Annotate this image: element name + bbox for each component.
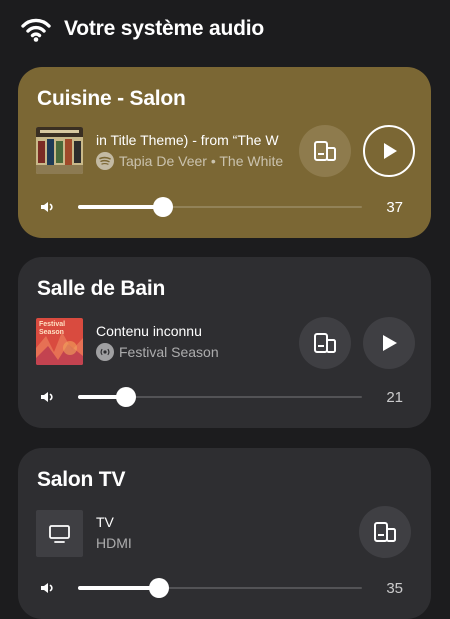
volume-knob[interactable]	[116, 387, 136, 407]
volume-fill	[78, 205, 163, 209]
volume-knob[interactable]	[153, 197, 173, 217]
play-button[interactable]	[363, 317, 415, 369]
track-title: in Title Theme) - from “The W	[96, 132, 279, 148]
volume-slider[interactable]	[78, 197, 362, 217]
play-button[interactable]	[363, 125, 415, 177]
volume-knob[interactable]	[149, 578, 169, 598]
radio-icon	[96, 343, 114, 361]
room-name: Salle de Bain	[37, 277, 166, 300]
room-card-salon-tv[interactable]: Salon TV TV HDMI 35	[18, 448, 431, 619]
volume-fill	[78, 586, 159, 590]
track-subtitle: HDMI	[96, 535, 132, 551]
album-art-label: Festival Season	[39, 321, 66, 336]
device-button[interactable]	[359, 506, 411, 558]
room-card-salle-de-bain[interactable]: Salle de Bain Festival Season Contenu in…	[18, 257, 431, 428]
volume-value: 37	[386, 199, 403, 216]
room-card-cuisine-salon[interactable]: Cuisine - Salon in Title Theme) - from “…	[18, 67, 431, 238]
album-art[interactable]	[36, 127, 83, 174]
volume-value: 35	[386, 580, 403, 597]
volume-slider[interactable]	[78, 578, 362, 598]
device-button[interactable]	[299, 125, 351, 177]
device-button[interactable]	[299, 317, 351, 369]
volume-icon	[41, 392, 53, 402]
room-name: Salon TV	[37, 468, 126, 491]
tv-icon	[49, 525, 70, 543]
header: Votre système audio	[0, 0, 450, 62]
track-subtitle: Festival Season	[96, 343, 301, 361]
room-name: Cuisine - Salon	[37, 87, 186, 110]
album-art[interactable]: Festival Season	[36, 318, 83, 365]
spotify-icon	[96, 152, 114, 170]
track-title: TV	[96, 514, 114, 530]
volume-slider[interactable]	[78, 387, 362, 407]
speaker-device-icon	[314, 333, 336, 353]
volume-icon	[41, 583, 53, 593]
play-icon	[383, 335, 397, 351]
speaker-device-icon	[314, 141, 336, 161]
speaker-device-icon	[374, 522, 396, 542]
page-title: Votre système audio	[64, 17, 265, 40]
track-title: Contenu inconnu	[96, 323, 202, 339]
volume-icon	[41, 202, 53, 212]
track-subtitle: Tapia De Veer • The White	[96, 152, 301, 170]
wifi-icon	[21, 18, 51, 42]
play-icon	[384, 143, 397, 159]
volume-value: 21	[386, 389, 403, 406]
tv-source-art[interactable]	[36, 510, 83, 557]
